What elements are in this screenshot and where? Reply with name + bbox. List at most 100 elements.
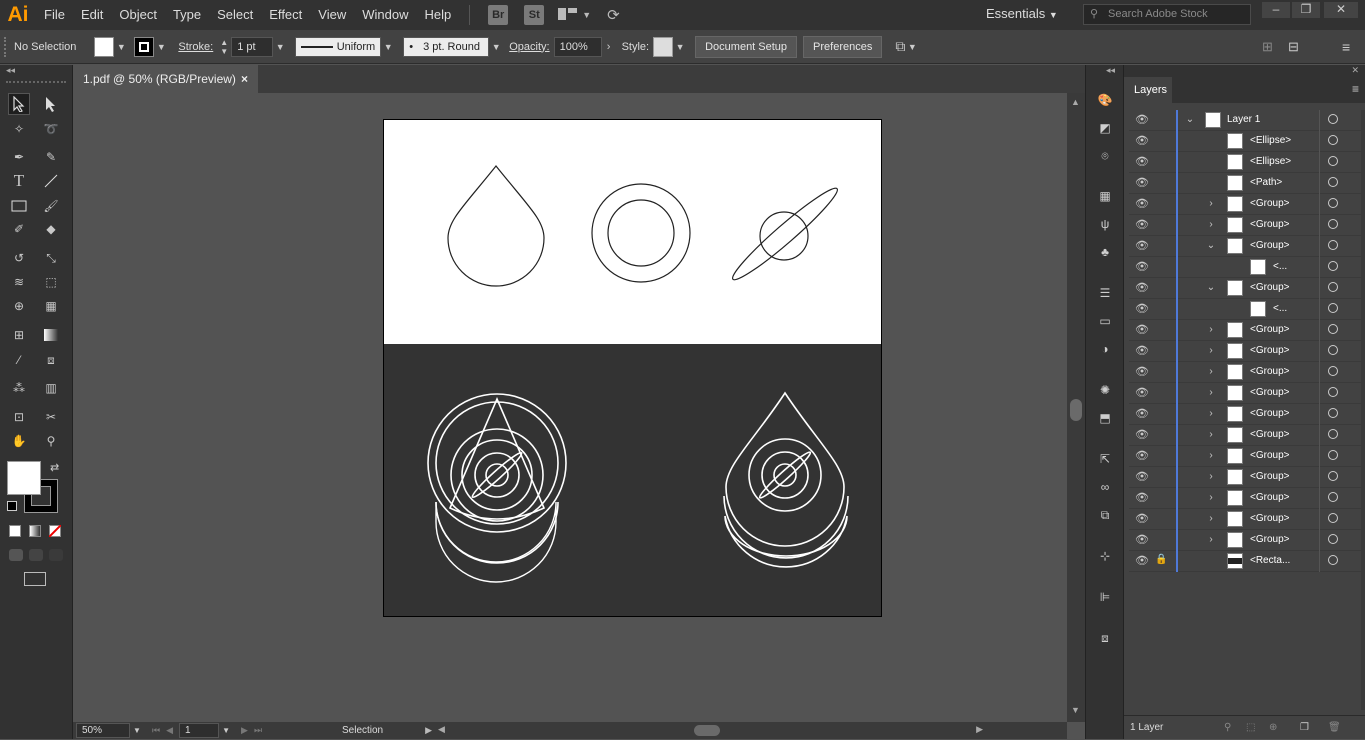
mesh-tool-icon[interactable]: ⊞ [8,324,30,346]
lock-toggle-icon[interactable] [1155,365,1167,377]
layer-row[interactable]: 👁 › <Group> [1129,383,1361,404]
target-icon[interactable] [1328,408,1338,418]
lock-toggle-icon[interactable] [1155,449,1167,461]
lock-toggle-icon[interactable] [1155,344,1167,356]
target-icon[interactable] [1328,156,1338,166]
paintbrush-tool-icon[interactable]: 🖌 [40,195,62,217]
none-mode-icon[interactable] [49,525,61,537]
stock-search-input[interactable]: ⚲ Search Adobe Stock [1083,4,1251,25]
layer-name[interactable]: <Group> [1250,366,1289,377]
lock-toggle-icon[interactable] [1155,113,1167,125]
scroll-thumb[interactable] [1070,399,1082,421]
layer-row[interactable]: 👁 <Ellipse> [1129,131,1361,152]
chevron-right-icon[interactable]: › [1205,219,1217,230]
layer-row[interactable]: 👁 › <Group> [1129,194,1361,215]
artboards-icon[interactable]: ⧉ [1095,505,1115,525]
stroke-profile-dropdown[interactable]: ▼ [381,42,395,52]
visibility-eye-icon[interactable]: 👁 [1135,218,1149,231]
layer-name[interactable]: <Group> [1250,408,1289,419]
column-graph-tool-icon[interactable]: ▥ [40,377,62,399]
shape-builder-tool-icon[interactable]: ⊕ [8,295,30,317]
fill-color-box[interactable] [7,461,41,495]
layer-row[interactable]: 👁 › <Group> [1129,467,1361,488]
menu-view[interactable]: View [310,0,354,30]
canvas[interactable] [73,93,1067,722]
target-icon[interactable] [1328,429,1338,439]
visibility-eye-icon[interactable]: 👁 [1135,197,1149,210]
arrange-documents-icon[interactable] [558,8,578,22]
stroke-weight-field[interactable]: 1 pt [231,36,274,57]
pathfinder-icon[interactable]: ⧈ [1095,628,1115,648]
layer-row[interactable]: 👁 ⌄ <Group> [1129,236,1361,257]
lock-toggle-icon[interactable] [1155,512,1167,524]
layer-name[interactable]: Layer 1 [1227,114,1260,125]
magic-wand-tool-icon[interactable]: ✧ [8,118,30,140]
collapse-icons-icon[interactable]: ◂◂ [1106,65,1115,76]
rectangle-tool-icon[interactable] [8,195,30,217]
chevron-right-icon[interactable]: › [1205,429,1217,440]
layer-row[interactable]: 👁 <... [1129,299,1361,320]
zoom-tool-icon[interactable]: ⚲ [40,430,62,452]
chevron-right-icon[interactable]: › [1205,345,1217,356]
close-window-button[interactable]: ✕ [1324,2,1358,18]
prev-artboard-icon[interactable]: ◀ [166,725,173,736]
layer-name[interactable]: <Group> [1250,324,1289,335]
visibility-eye-icon[interactable]: 👁 [1135,554,1149,567]
lock-toggle-icon[interactable] [1155,218,1167,230]
first-artboard-icon[interactable]: ⏮ [152,725,160,736]
new-sublayer-icon[interactable]: ⊕ [1269,716,1277,740]
scroll-up-icon[interactable]: ▲ [1071,97,1080,107]
visibility-eye-icon[interactable]: 👁 [1135,302,1149,315]
target-icon[interactable] [1328,555,1338,565]
new-layer-icon[interactable]: ❐ [1300,716,1309,740]
line-tool-icon[interactable] [40,170,62,192]
chevron-right-icon[interactable]: › [1205,471,1217,482]
visibility-eye-icon[interactable]: 👁 [1135,344,1149,357]
fill-swatch[interactable] [94,36,115,57]
lock-toggle-icon[interactable] [1155,281,1167,293]
target-icon[interactable] [1328,282,1338,292]
stroke-swatch[interactable] [134,36,155,57]
bridge-button[interactable]: Br [488,5,509,25]
chevron-right-icon[interactable]: › [1205,450,1217,461]
style-dropdown[interactable]: ▼ [673,42,687,52]
target-icon[interactable] [1328,492,1338,502]
artboard-tool-icon[interactable]: ⊡ [8,406,30,428]
chevron-right-icon[interactable]: › [1205,534,1217,545]
transform-panel-icon[interactable]: ⊹ [1095,546,1115,566]
visibility-eye-icon[interactable]: 👁 [1135,260,1149,273]
arrange-icon[interactable]: ⧉ [895,38,905,55]
visibility-eye-icon[interactable]: 👁 [1135,449,1149,462]
target-icon[interactable] [1328,114,1338,124]
chevron-right-icon[interactable]: › [1205,366,1217,377]
layers-menu-icon[interactable]: ≡ [1352,82,1359,96]
target-icon[interactable] [1328,450,1338,460]
chevron-down-icon[interactable]: ⌄ [1184,114,1196,125]
opacity-arrow[interactable]: › [602,41,616,53]
chevron-right-icon[interactable]: › [1205,492,1217,503]
artboard-dropdown[interactable]: ▼ [219,726,233,735]
lock-toggle-icon[interactable] [1155,197,1167,209]
visibility-eye-icon[interactable]: 👁 [1135,365,1149,378]
target-icon[interactable] [1328,198,1338,208]
visibility-eye-icon[interactable]: 👁 [1135,491,1149,504]
stroke-panel-icon[interactable]: ☰ [1095,283,1115,303]
lock-toggle-icon[interactable] [1155,134,1167,146]
layer-name[interactable]: <... [1273,303,1287,314]
opacity-field[interactable]: 100% [553,36,602,57]
next-artboard-icon[interactable]: ▶ [241,725,248,736]
export-icon[interactable]: ⇱ [1095,449,1115,469]
gpu-performance-icon[interactable]: ⟳ [607,6,620,24]
layer-name[interactable]: <Path> [1250,177,1282,188]
visibility-eye-icon[interactable]: 👁 [1135,407,1149,420]
close-panel-icon[interactable]: ✕ [1351,65,1359,76]
target-icon[interactable] [1328,345,1338,355]
menu-object[interactable]: Object [111,0,165,30]
make-clipping-mask-icon[interactable]: ⬚ [1246,716,1255,740]
lock-toggle-icon[interactable] [1155,323,1167,335]
layer-name[interactable]: <Group> [1250,513,1289,524]
lock-toggle-icon[interactable] [1155,428,1167,440]
symbols-icon[interactable]: ♣ [1095,242,1115,262]
transparency-icon[interactable]: ◑ [1095,339,1115,359]
curvature-tool-icon[interactable]: ✎ [40,146,62,168]
